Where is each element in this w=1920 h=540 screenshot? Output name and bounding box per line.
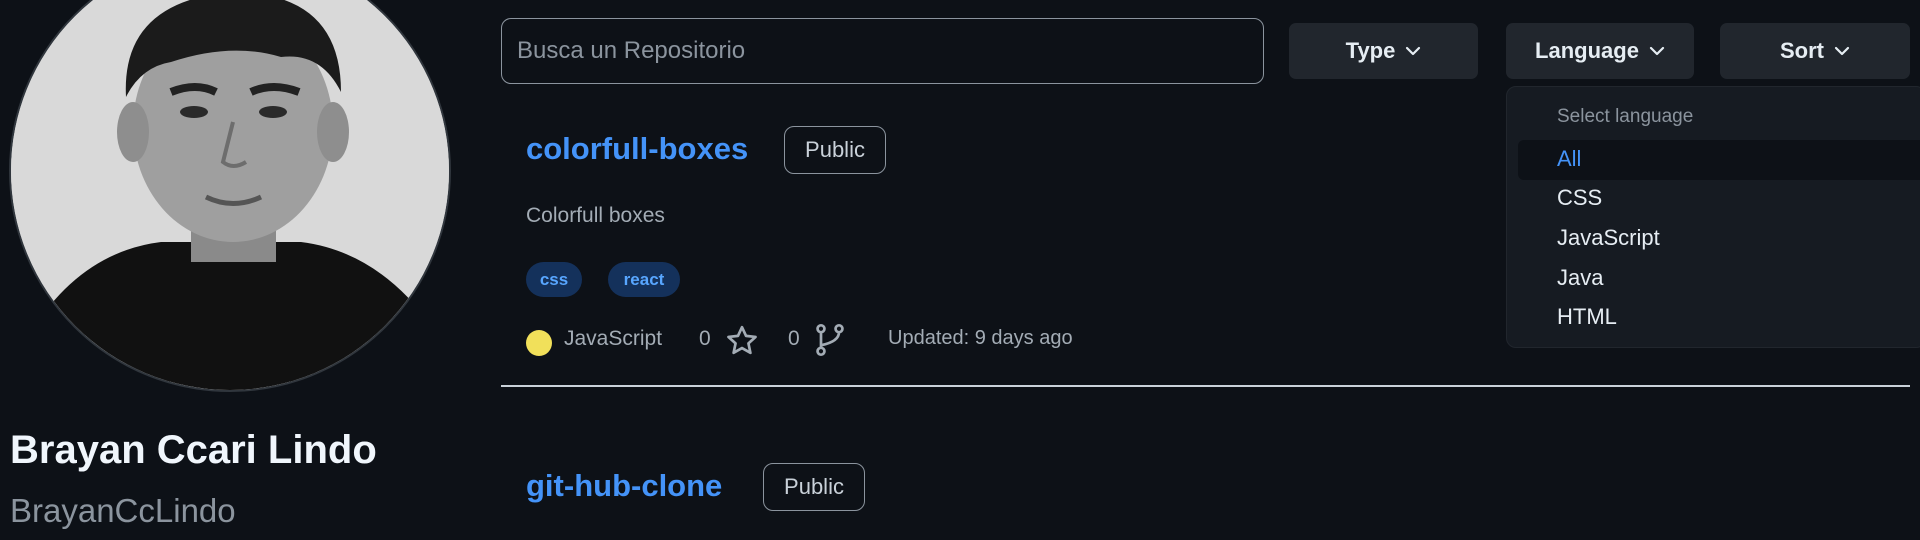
language-option-css[interactable]: CSS [1557,185,1602,211]
profile-name: Brayan Ccari Lindo [10,428,377,472]
profile-login: BrayanCcLindo [10,492,236,529]
repo-name-link[interactable]: colorfull-boxes [526,131,748,167]
language-color-dot [526,330,552,356]
search-input[interactable] [502,19,1263,83]
language-dropdown-menu: Select language All CSS JavaScript Java … [1506,86,1920,348]
visibility-badge: Public [763,463,865,511]
chevron-down-icon [1406,46,1421,56]
language-filter-button[interactable]: Language [1506,23,1694,79]
repositories-page: Brayan Ccari Lindo BrayanCcLindo Type La… [0,0,1920,540]
language-option-java[interactable]: Java [1557,265,1603,291]
star-count: 0 [699,327,711,350]
star-icon[interactable] [724,323,760,359]
language-option-html[interactable]: HTML [1557,304,1617,330]
language-option-all[interactable]: All [1557,146,1581,172]
fork-count: 0 [788,327,800,350]
chevron-down-icon [1834,46,1850,56]
repo-name-link[interactable]: git-hub-clone [526,468,722,504]
visibility-badge: Public [784,126,886,174]
updated-time: Updated: 9 days ago [888,327,1073,349]
repo-description: Colorfull boxes [526,204,665,227]
chevron-down-icon [1649,46,1665,56]
language-option-javascript[interactable]: JavaScript [1557,225,1660,251]
repo-language: JavaScript [564,327,663,350]
topic-tag[interactable]: css [526,262,582,297]
type-filter-button[interactable]: Type [1289,23,1478,79]
sort-filter-label: Sort [1780,38,1824,63]
avatar-portrait-image [11,0,449,390]
topic-tag[interactable]: react [608,262,680,297]
search-box [501,18,1264,84]
language-filter-label: Language [1535,38,1639,63]
fork-icon[interactable] [812,322,848,358]
repo-divider [501,385,1910,387]
avatar[interactable] [9,0,451,392]
sort-filter-button[interactable]: Sort [1720,23,1910,79]
type-filter-label: Type [1345,38,1396,63]
dropdown-header: Select language [1557,106,1694,127]
